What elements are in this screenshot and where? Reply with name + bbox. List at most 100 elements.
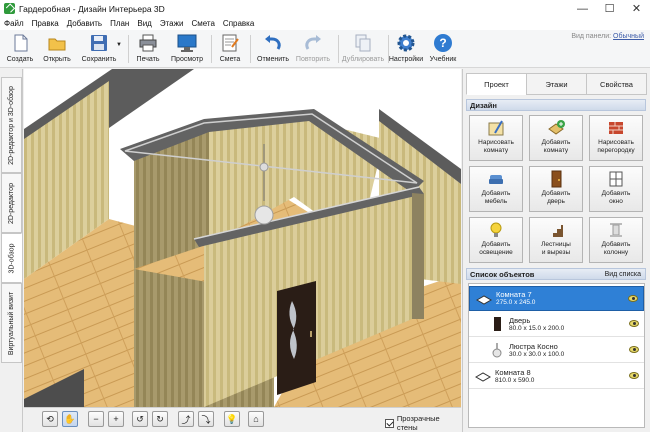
preview-button[interactable]: Просмотр <box>169 32 205 66</box>
zoom-out-icon[interactable]: − <box>88 411 104 427</box>
list-item[interactable]: Люстра Косно 30.0 x 30.0 x 100.0 <box>469 338 644 363</box>
undo-arrow-icon <box>263 33 283 53</box>
transparent-walls-toggle[interactable]: Прозрачные стены <box>385 414 461 432</box>
toolbar-separator <box>211 35 212 63</box>
armchair-icon <box>487 170 505 188</box>
add-lighting-button[interactable]: Добавить освещение <box>469 217 523 263</box>
redo-arrow-icon <box>303 33 323 53</box>
tab-3d-view[interactable]: 3D-обзор <box>1 233 22 283</box>
redo-button[interactable]: Повторить <box>293 32 333 66</box>
brick-wall-icon <box>607 119 625 137</box>
chandelier-lamp[interactable] <box>254 205 274 225</box>
door[interactable] <box>277 281 316 395</box>
menu-file[interactable]: Файл <box>4 19 24 28</box>
add-column-button[interactable]: Добавить колонну <box>589 217 643 263</box>
viewport-toolbar: ⟲ ✋ − + ↺ ↻ ⤴ ⤵ 💡 ⌂ Прозрачные стены <box>24 407 461 432</box>
door-icon <box>489 316 505 332</box>
window-icon <box>607 170 625 188</box>
tutorial-button[interactable]: ? Учебник <box>428 32 458 66</box>
home-icon[interactable]: ⌂ <box>248 411 264 427</box>
visibility-eye-icon[interactable] <box>629 320 639 327</box>
transparent-walls-checkbox[interactable] <box>385 418 394 428</box>
add-room-button[interactable]: Добавить комнату <box>529 115 583 161</box>
duplicate-button[interactable]: Дублировать <box>341 32 385 66</box>
tab-virtual-visit[interactable]: Виртуальный визит <box>1 283 22 363</box>
toolbar-separator <box>338 35 339 63</box>
menu-add[interactable]: Добавить <box>67 19 102 28</box>
tilt-down-icon[interactable]: ⤵ <box>198 411 214 427</box>
zoom-in-icon[interactable]: + <box>108 411 124 427</box>
open-button[interactable]: Открыть <box>40 32 74 66</box>
toolbar-separator <box>128 35 129 63</box>
duplicate-icon <box>353 33 373 53</box>
add-room-icon <box>547 119 565 137</box>
hand-pan-icon[interactable]: ✋ <box>62 411 78 427</box>
design-section-header: Дизайн <box>466 99 646 111</box>
print-button[interactable]: Печать <box>133 32 163 66</box>
save-dropdown-arrow[interactable]: ▼ <box>115 32 123 66</box>
stairs-icon <box>547 221 565 239</box>
menu-edit[interactable]: Правка <box>32 19 59 28</box>
svg-text:?: ? <box>439 36 446 50</box>
panel-tabs: Проект Этажи Свойства <box>466 73 647 95</box>
window-title: Гардеробная - Дизайн Интерьера 3D <box>19 3 165 14</box>
title-bar: Гардеробная - Дизайн Интерьера 3D — ☐ ✕ <box>0 0 650 17</box>
menu-help[interactable]: Справка <box>223 19 254 28</box>
light-bulb-icon[interactable]: 💡 <box>224 411 240 427</box>
orbit-icon[interactable]: ⟲ <box>42 411 58 427</box>
add-furniture-button[interactable]: Добавить мебель <box>469 166 523 212</box>
main-toolbar: Создать Открыть Сохранить ▼ Печать Просм… <box>0 30 650 68</box>
rotate-right-icon[interactable]: ↻ <box>152 411 168 427</box>
view-list-button[interactable]: Вид списка <box>605 271 641 278</box>
menu-floors[interactable]: Этажи <box>160 19 184 28</box>
3d-scene <box>24 69 461 407</box>
minimize-button[interactable]: — <box>569 0 596 17</box>
rotate-left-icon[interactable]: ↺ <box>132 411 148 427</box>
panel-view-link[interactable]: Обычный <box>613 33 644 40</box>
list-item[interactable]: Дверь 80.0 x 15.0 x 200.0 <box>469 312 644 337</box>
column-icon <box>607 221 625 239</box>
close-button[interactable]: ✕ <box>623 0 650 17</box>
visibility-eye-icon[interactable] <box>629 346 639 353</box>
visibility-eye-icon[interactable] <box>629 372 639 379</box>
view-mode-tabs: 2D-редактор и 3D-обзор 2D-редактор 3D-об… <box>0 69 23 432</box>
folder-icon <box>47 33 67 53</box>
save-button[interactable]: Сохранить <box>78 32 120 66</box>
floppy-disk-icon <box>89 33 109 53</box>
new-document-icon <box>10 33 30 53</box>
menu-estimate[interactable]: Смета <box>191 19 214 28</box>
draw-partition-button[interactable]: Нарисовать перегородку <box>589 115 643 161</box>
tab-2d-and-3d[interactable]: 2D-редактор и 3D-обзор <box>1 77 22 173</box>
3d-viewport[interactable] <box>24 69 461 407</box>
visibility-eye-icon[interactable] <box>628 295 638 302</box>
undo-button[interactable]: Отменить <box>255 32 291 66</box>
create-button[interactable]: Создать <box>4 32 36 66</box>
room-icon <box>474 368 492 384</box>
list-item[interactable]: Комната 8 810.0 x 590.0 <box>469 364 644 389</box>
list-item[interactable]: Комната 7 275.0 x 245.0 <box>469 286 644 311</box>
monitor-icon <box>177 33 197 53</box>
window-controls: — ☐ ✕ <box>569 0 650 17</box>
menu-view[interactable]: Вид <box>137 19 151 28</box>
tab-properties[interactable]: Свойства <box>586 73 647 95</box>
tab-project[interactable]: Проект <box>466 73 527 95</box>
stairs-cutouts-button[interactable]: Лестницы и вырезы <box>529 217 583 263</box>
estimate-button[interactable]: Смета <box>216 32 244 66</box>
tab-floors[interactable]: Этажи <box>526 73 587 95</box>
settings-button[interactable]: Настройки <box>388 32 424 66</box>
bulb-icon <box>487 221 505 239</box>
maximize-button[interactable]: ☐ <box>596 0 623 17</box>
menu-plan[interactable]: План <box>110 19 129 28</box>
help-question-icon: ? <box>433 33 453 53</box>
tab-2d-editor[interactable]: 2D-редактор <box>1 173 22 233</box>
app-logo-icon <box>4 3 15 14</box>
printer-icon <box>138 33 158 53</box>
gear-icon <box>396 33 416 53</box>
draw-room-button[interactable]: Нарисовать комнату <box>469 115 523 161</box>
estimate-notepad-icon <box>220 33 240 53</box>
add-window-button[interactable]: Добавить окно <box>589 166 643 212</box>
tilt-up-icon[interactable]: ⤴ <box>178 411 194 427</box>
door-icon <box>547 170 565 188</box>
chandelier-top <box>259 162 269 172</box>
add-door-button[interactable]: Добавить дверь <box>529 166 583 212</box>
